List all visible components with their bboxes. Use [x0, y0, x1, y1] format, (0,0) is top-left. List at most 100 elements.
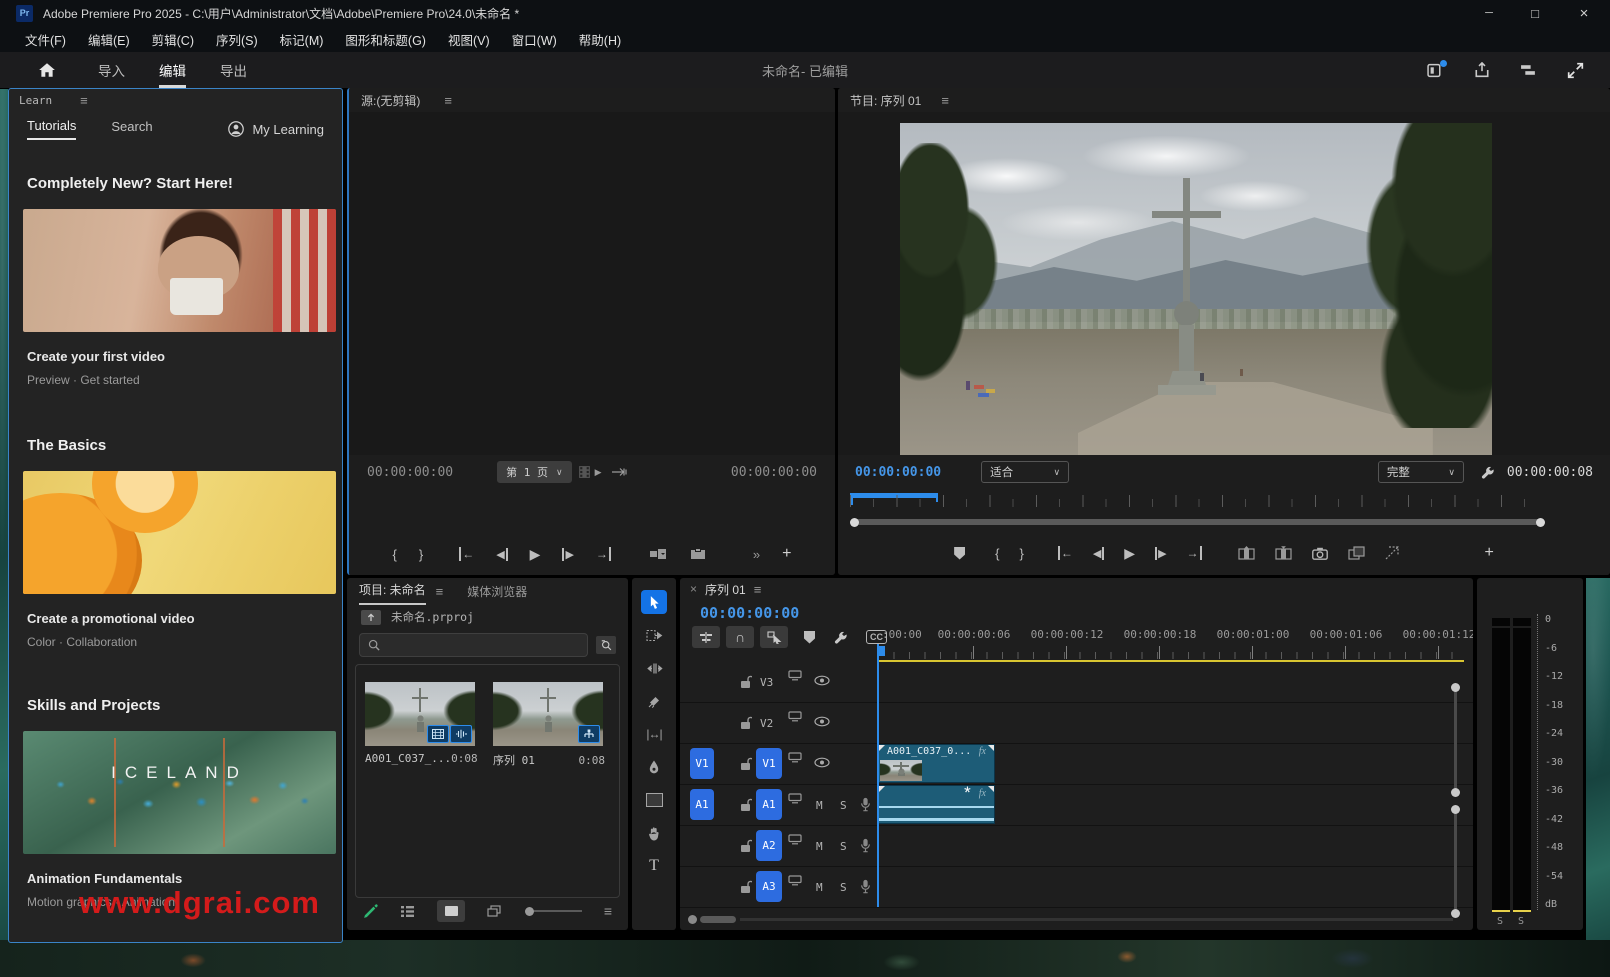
- learn-card2-title[interactable]: Create a promotional video: [27, 611, 195, 626]
- learn-tab-search[interactable]: Search: [111, 119, 152, 139]
- minimize-button[interactable]: ─: [1466, 7, 1512, 19]
- menu-sequence[interactable]: 序列(S): [205, 30, 269, 49]
- more-controls-icon[interactable]: »: [753, 547, 760, 562]
- extract-icon[interactable]: [1275, 546, 1292, 560]
- close-button[interactable]: ×: [1558, 5, 1610, 22]
- insert-icon[interactable]: [649, 547, 667, 561]
- export-frame-icon[interactable]: [1312, 547, 1328, 560]
- project-writable-icon[interactable]: [363, 904, 378, 919]
- step-back-icon[interactable]: ◀: [1093, 547, 1104, 560]
- track-lock-icon[interactable]: [740, 880, 752, 894]
- project-panel-menu-icon[interactable]: ≡: [436, 584, 444, 599]
- menu-window[interactable]: 窗口(W): [501, 30, 568, 49]
- add-button-icon[interactable]: +: [782, 545, 791, 563]
- project-breadcrumb[interactable]: 未命名.prproj: [391, 609, 474, 625]
- person-icon[interactable]: [228, 121, 244, 137]
- learn-card3-title[interactable]: Animation Fundamentals: [27, 871, 182, 886]
- track-output-icon[interactable]: [788, 711, 802, 722]
- program-timecode-current[interactable]: 00:00:00:00: [855, 465, 941, 480]
- track-lock-icon[interactable]: [740, 675, 752, 689]
- step-forward-icon[interactable]: ▶: [1155, 547, 1166, 560]
- timeline-tab-close-icon[interactable]: ×: [690, 582, 697, 596]
- learn-card1-image[interactable]: [23, 209, 336, 332]
- play-button[interactable]: ▶: [1124, 545, 1135, 562]
- multi-camera-icon[interactable]: [1385, 546, 1401, 560]
- tool-pen[interactable]: [648, 755, 660, 779]
- timeline-hscroll[interactable]: [680, 914, 1453, 926]
- solo-button[interactable]: S: [840, 799, 847, 812]
- timeline-ruler[interactable]: :00:00 00:00:00:06 00:00:00:12 00:00:00:…: [878, 626, 1458, 660]
- clip-fx-badge[interactable]: fx: [979, 788, 986, 799]
- track-lock-icon[interactable]: [740, 716, 752, 730]
- maximize-button[interactable]: □: [1512, 6, 1558, 21]
- mark-out-icon[interactable]: }: [1019, 546, 1023, 561]
- tab-project[interactable]: 项目: 未命名: [359, 578, 426, 605]
- track-lock-icon[interactable]: [740, 757, 752, 771]
- go-to-out-icon[interactable]: →: [1187, 546, 1202, 560]
- timeline-wrench-icon[interactable]: [833, 630, 848, 645]
- tool-track-select-forward[interactable]: [646, 623, 663, 647]
- source-settings-icon[interactable]: [611, 467, 627, 477]
- track-target-a2[interactable]: A2: [756, 830, 782, 861]
- timeline-playhead[interactable]: [877, 644, 879, 907]
- step-forward-icon[interactable]: ▶: [562, 548, 573, 561]
- source-filmstrip-icon[interactable]: [578, 465, 591, 479]
- meter-solo-left[interactable]: S: [1497, 916, 1503, 927]
- tool-ripple-edit[interactable]: [646, 656, 663, 680]
- icon-view-button[interactable]: [437, 900, 465, 922]
- mark-in-icon[interactable]: {: [995, 546, 999, 561]
- mic-icon[interactable]: [860, 797, 871, 812]
- learn-card2-image[interactable]: [23, 471, 336, 594]
- mute-button[interactable]: M: [816, 840, 823, 853]
- clip-fx-badge[interactable]: fx: [979, 746, 986, 757]
- program-mini-timeline[interactable]: [850, 491, 1545, 509]
- source-patch-v1[interactable]: V1: [690, 748, 714, 779]
- tool-rectangle[interactable]: [646, 788, 663, 812]
- track-target-a3[interactable]: A3: [756, 871, 782, 902]
- program-monitor-title[interactable]: 节目: 序列 01: [850, 92, 921, 109]
- track-output-icon[interactable]: [788, 752, 802, 763]
- mute-button[interactable]: M: [816, 799, 823, 812]
- solo-button[interactable]: S: [840, 881, 847, 894]
- menu-clip[interactable]: 剪辑(C): [141, 30, 205, 49]
- quick-export-progress-icon[interactable]: [1427, 63, 1444, 78]
- mic-icon[interactable]: [860, 879, 871, 894]
- menu-markers[interactable]: 标记(M): [269, 30, 335, 49]
- eye-icon[interactable]: [814, 716, 830, 727]
- comparison-view-icon[interactable]: [1348, 546, 1365, 560]
- mic-icon[interactable]: [860, 838, 871, 853]
- timeline-menu-icon[interactable]: ≡: [754, 582, 762, 597]
- freeform-view-icon[interactable]: [487, 905, 503, 918]
- learn-card1-title[interactable]: Create your first video: [27, 349, 165, 364]
- mark-in-icon[interactable]: {: [393, 547, 397, 562]
- program-zoom-scrollbar[interactable]: [850, 517, 1545, 527]
- timeline-vscroll-video[interactable]: [1454, 687, 1457, 792]
- learn-panel-title[interactable]: Learn: [19, 94, 52, 107]
- source-patch-a1[interactable]: A1: [690, 789, 714, 820]
- program-quality-select[interactable]: 完整 ∨: [1378, 461, 1464, 483]
- find-in-project-icon[interactable]: [596, 636, 616, 654]
- thumbnail-zoom-slider[interactable]: [525, 907, 582, 916]
- track-target-a1[interactable]: A1: [756, 789, 782, 820]
- track-lock-icon[interactable]: [740, 839, 752, 853]
- timeline-clip-audio[interactable]: * fx: [878, 785, 995, 824]
- go-to-in-icon[interactable]: ←: [459, 547, 474, 561]
- list-view-icon[interactable]: [400, 905, 415, 918]
- play-button[interactable]: ▶: [530, 546, 541, 563]
- overwrite-icon[interactable]: [689, 547, 707, 561]
- go-to-out-icon[interactable]: →: [596, 547, 611, 561]
- project-search-input[interactable]: [359, 633, 588, 657]
- track-output-icon[interactable]: [788, 834, 802, 845]
- timeline-timecode[interactable]: 00:00:00:00: [700, 604, 799, 622]
- source-monitor-title[interactable]: 源:(无剪辑): [361, 92, 420, 109]
- snap-magnet-icon[interactable]: ∩: [726, 626, 754, 648]
- source-play-proxy-icon[interactable]: ▶: [595, 467, 602, 478]
- timeline-tab-label[interactable]: 序列 01: [705, 581, 746, 598]
- program-fit-select[interactable]: 适合 ∨: [981, 461, 1069, 483]
- menu-help[interactable]: 帮助(H): [568, 30, 632, 49]
- mark-out-icon[interactable]: }: [419, 547, 423, 562]
- wrench-icon[interactable]: [1480, 465, 1495, 480]
- project-item-clip[interactable]: A001_C037_... 0:08: [365, 682, 477, 765]
- project-item2-name[interactable]: 序列 01: [493, 752, 535, 768]
- program-monitor-menu-icon[interactable]: ≡: [941, 93, 949, 108]
